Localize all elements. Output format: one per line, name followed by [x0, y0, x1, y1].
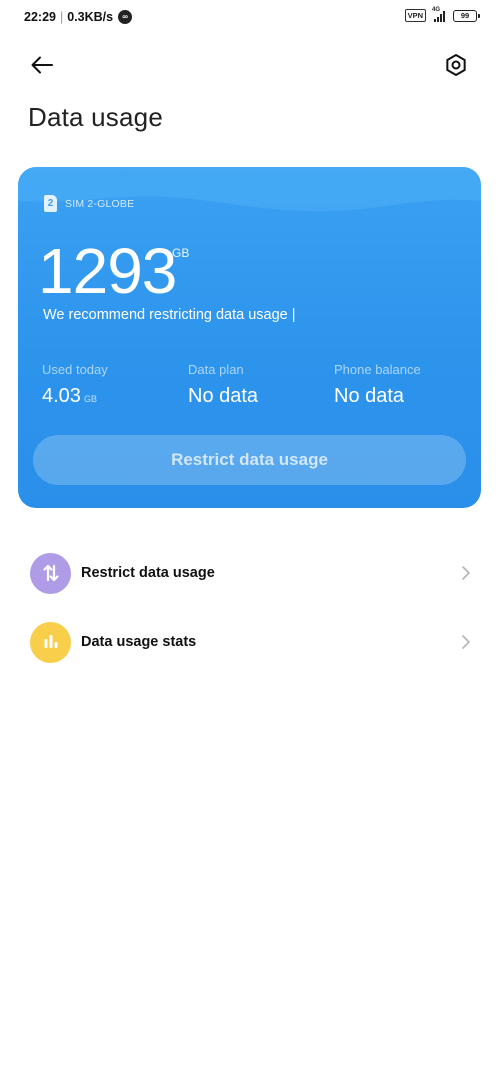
sim-card-icon: 2: [44, 195, 57, 212]
chevron-right-icon: [462, 566, 470, 580]
menu-item-data-usage-stats[interactable]: Data usage stats: [0, 612, 499, 672]
restrict-icon-circle: [30, 552, 71, 594]
stat-value: No data: [334, 385, 405, 407]
clock: 22:29: [24, 10, 56, 24]
stat-value: 4.03 GB: [42, 385, 108, 408]
network-type: 4G: [432, 6, 441, 13]
status-left: 22:29 | 0.3KB/s ∞: [24, 10, 133, 24]
stat-label: Phone balance: [334, 362, 421, 377]
stat-phone-balance[interactable]: Phone balance No data: [334, 362, 421, 408]
stat-value-number: 4.03: [42, 385, 81, 407]
sim-info: 2 SIM 2-GLOBE: [44, 195, 134, 212]
menu-item-restrict-data-usage[interactable]: Restrict data usage: [0, 543, 499, 603]
restrict-arrows-icon: [42, 564, 59, 582]
chevron-right-icon: [462, 635, 470, 649]
page-title: Data usage: [28, 102, 163, 132]
data-remaining-unit: GB: [172, 246, 190, 260]
data-remaining-value: 1293: [38, 235, 177, 307]
stats-icon-circle: [30, 621, 71, 663]
restrict-data-usage-button[interactable]: Restrict data usage: [33, 435, 466, 485]
network-speed: 0.3KB/s: [67, 10, 114, 24]
back-button[interactable]: [28, 50, 58, 80]
battery-level: 99: [460, 10, 470, 20]
settings-hexagon-icon: [446, 54, 466, 76]
menu-item-label: Data usage stats: [81, 634, 197, 650]
signal-icon: 4G: [432, 6, 445, 22]
back-arrow-icon: [31, 56, 53, 74]
stat-used-today: Used today 4.03 GB: [42, 362, 108, 408]
app-notification-icon: ∞: [118, 10, 133, 24]
status-bar: 22:29 | 0.3KB/s ∞ VPN 4G 99: [0, 0, 499, 36]
stat-unit: GB: [83, 394, 97, 404]
stat-label: Used today: [42, 362, 108, 377]
stat-data-plan[interactable]: Data plan No data: [188, 362, 258, 408]
stat-label: Data plan: [188, 362, 244, 377]
vpn-icon: VPN: [404, 9, 426, 22]
battery-icon: 99: [453, 9, 480, 22]
status-separator: |: [59, 10, 64, 24]
recommend-text: We recommend restricting data usage |: [43, 307, 296, 323]
stat-value: No data: [188, 385, 259, 407]
data-usage-card: 2 SIM 2-GLOBE 1293 GB We recommend restr…: [18, 167, 481, 508]
status-right: VPN 4G 99: [404, 6, 480, 22]
menu-item-label: Restrict data usage: [81, 565, 215, 581]
sim-name: SIM 2-GLOBE: [65, 197, 135, 210]
settings-button[interactable]: [441, 50, 471, 80]
bar-chart-icon: [44, 635, 57, 648]
